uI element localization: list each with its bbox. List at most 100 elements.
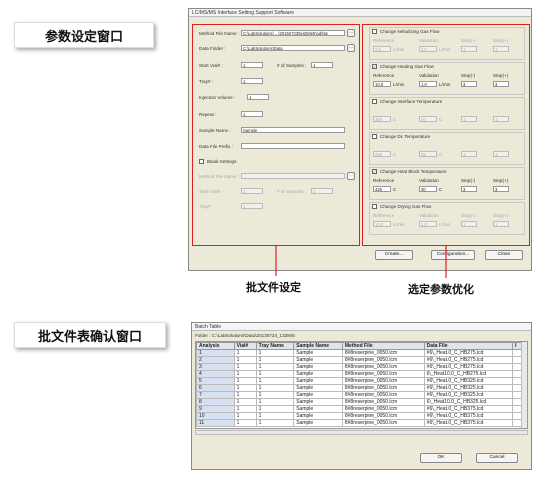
table-cell: 8#8reserpine_0050.lcm (341, 349, 425, 357)
table-cell: 6 (196, 384, 235, 392)
batch-table: Analysis Vial# Tray Name Sample Name Method … (196, 342, 522, 427)
table-cell: 8#8reserpine_0050.lcm (341, 398, 425, 406)
table-cell: 1 (255, 377, 295, 385)
table-cell: 1 (233, 377, 257, 385)
param-optimize-caption: 选定参数优化 (408, 284, 474, 296)
table-cell: Sample (293, 398, 343, 406)
table-cell: Sample (293, 419, 343, 427)
table-cell: 5 (196, 377, 235, 385)
table-cell: 6\_Heat10.0_C_HB325.lcd (423, 398, 514, 406)
table-cell: #6\_Heat.0_C_HB275.lcd (423, 349, 514, 357)
table-cell: Sample (293, 349, 343, 357)
table-cell: 4 (196, 370, 235, 378)
table-cell: #6\_Heat.0_C_HB275.lcd (423, 363, 514, 371)
table-row[interactable]: 7 1 1 Sample 8#8reserpine_0050.lcm #6\_Heat.0… (196, 391, 522, 399)
table-cell: 8#8reserpine_0050.lcm (341, 363, 425, 371)
window-title: LC/MS/MS Interface Setting Support Softw… (189, 9, 531, 17)
table-cell: #6\_Heat.0_C_HB325.lcd (423, 384, 514, 392)
table-row[interactable]: 5 1 1 Sample 8#8reserpine_0050.lcm #6\_Heat.0… (196, 377, 522, 385)
table-cell: 1 (255, 370, 295, 378)
table-cell: Sample (293, 377, 343, 385)
horizontal-scrollbar[interactable] (195, 430, 528, 435)
table-cell: 1 (255, 412, 295, 420)
table-cell: 8#8reserpine_0050.lcm (341, 356, 425, 364)
param-optimize-highlight (362, 24, 530, 246)
table-cell: 8#8reserpine_0050.lcm (341, 405, 425, 413)
table-cell: #6\_Heat.0_C_HB375.lcd (423, 419, 514, 427)
table-cell: 1 (255, 363, 295, 371)
table-cell: 9 (196, 405, 235, 413)
table-cell: 1 (233, 391, 257, 399)
table-cell: Sample (293, 384, 343, 392)
table-cell: 1 (255, 398, 295, 406)
param-window-label: 参数设定窗口 (14, 22, 154, 48)
table-cell: Sample (293, 412, 343, 420)
table-row[interactable]: 4 1 1 Sample 8#8reserpine_0050.lcm 6\_Heat10.… (196, 370, 522, 378)
table-cell: 6\_Heat10.0_C_HB275.lcd (423, 370, 514, 378)
table-cell: 1 (255, 356, 295, 364)
table-cell: 11 (196, 419, 235, 427)
table-cell: Sample (293, 391, 343, 399)
table-cell: 1 (233, 405, 257, 413)
table-cell: #6\_Heat.0_C_HB325.lcd (423, 391, 514, 399)
table-row[interactable]: 2 1 1 Sample 8#8reserpine_0050.lcm #6\_Heat.0… (196, 356, 522, 364)
table-cell: 1 (255, 384, 295, 392)
table-cell: Sample (293, 370, 343, 378)
column-header[interactable]: Analysis (196, 342, 235, 350)
table-cell: #6\_Heat.0_C_HB275.lcd (423, 356, 514, 364)
column-header[interactable]: Tray Name (255, 342, 295, 350)
table-cell: 10 (196, 412, 235, 420)
batch-confirm-window-label: 批文件表确认窗口 (14, 322, 166, 348)
table-row[interactable]: 3 1 1 Sample 8#8reserpine_0050.lcm #6\_Heat.0… (196, 363, 522, 371)
table-cell: 1 (233, 412, 257, 420)
table-row[interactable]: 10 1 1 Sample 8#8reserpine_0050.lcm #6\_Heat.… (196, 412, 522, 420)
close-button[interactable]: Close (485, 250, 523, 260)
table-cell: 8#8reserpine_0050.lcm (341, 370, 425, 378)
table-cell: 8 (196, 398, 235, 406)
table-cell: 8#8reserpine_0050.lcm (341, 391, 425, 399)
table-cell: 8#8reserpine_0050.lcm (341, 419, 425, 427)
batch-setting-highlight (192, 24, 360, 246)
table-row[interactable]: 6 1 1 Sample 8#8reserpine_0050.lcm #6\_Heat.0… (196, 384, 522, 392)
table-cell: 2 (196, 356, 235, 364)
column-header[interactable]: Sample Name (293, 342, 343, 350)
table-cell: 1 (255, 349, 295, 357)
table-cell: 1 (255, 419, 295, 427)
table-cell: #6\_Heat.0_C_HB325.lcd (423, 377, 514, 385)
table-cell: 8#8reserpine_0050.lcm (341, 377, 425, 385)
table-cell: 1 (233, 398, 257, 406)
table-cell: 8#8reserpine_0050.lcm (341, 384, 425, 392)
table-cell: 1 (233, 363, 257, 371)
table-cell: Sample (293, 363, 343, 371)
table-cell: 1 (255, 405, 295, 413)
create-button[interactable]: Create... (375, 250, 413, 260)
table-cell: #6\_Heat.0_C_HB375.lcd (423, 405, 514, 413)
table-cell: 8#8reserpine_0050.lcm (341, 412, 425, 420)
column-header[interactable]: Vial# (233, 342, 257, 350)
table-cell: 1 (233, 349, 257, 357)
table-row[interactable]: 8 1 1 Sample 8#8reserpine_0050.lcm 6\_Heat10.… (196, 398, 522, 406)
table-cell: #6\_Heat.0_C_HB375.lcd (423, 412, 514, 420)
folder-path: Folder : C:\LabSolutions\Data\20130724_1… (195, 333, 295, 338)
configuration-button[interactable]: Configuration... (431, 250, 475, 260)
table-cell: 1 (255, 391, 295, 399)
table-cell: 1 (196, 349, 235, 357)
batch-table-window: Batch Table Folder : C:\LabSolutions\Dat… (191, 322, 532, 470)
column-header[interactable]: Data File (423, 342, 514, 350)
table-row[interactable]: 9 1 1 Sample 8#8reserpine_0050.lcm #6\_Heat.0… (196, 405, 522, 413)
batch-table-container: Analysis Vial# Tray Name Sample Name Method … (195, 341, 528, 429)
cancel-button[interactable]: Cancel (476, 453, 518, 463)
column-header[interactable]: Method File (341, 342, 425, 350)
table-cell: Sample (293, 405, 343, 413)
vertical-scrollbar[interactable] (521, 342, 527, 428)
table-cell: 3 (196, 363, 235, 371)
table-cell: 1 (233, 356, 257, 364)
table-row[interactable]: 1 1 1 Sample 8#8reserpine_0050.lcm #6\_Heat.0… (196, 349, 522, 357)
table-cell: 1 (233, 370, 257, 378)
table-row[interactable]: 11 1 1 Sample 8#8reserpine_0050.lcm #6\_Heat.… (196, 419, 522, 427)
batch-setting-caption: 批文件设定 (246, 282, 301, 294)
table-cell: 1 (233, 419, 257, 427)
table-cell: Sample (293, 356, 343, 364)
table-cell: 7 (196, 391, 235, 399)
ok-button[interactable]: OK (420, 453, 462, 463)
